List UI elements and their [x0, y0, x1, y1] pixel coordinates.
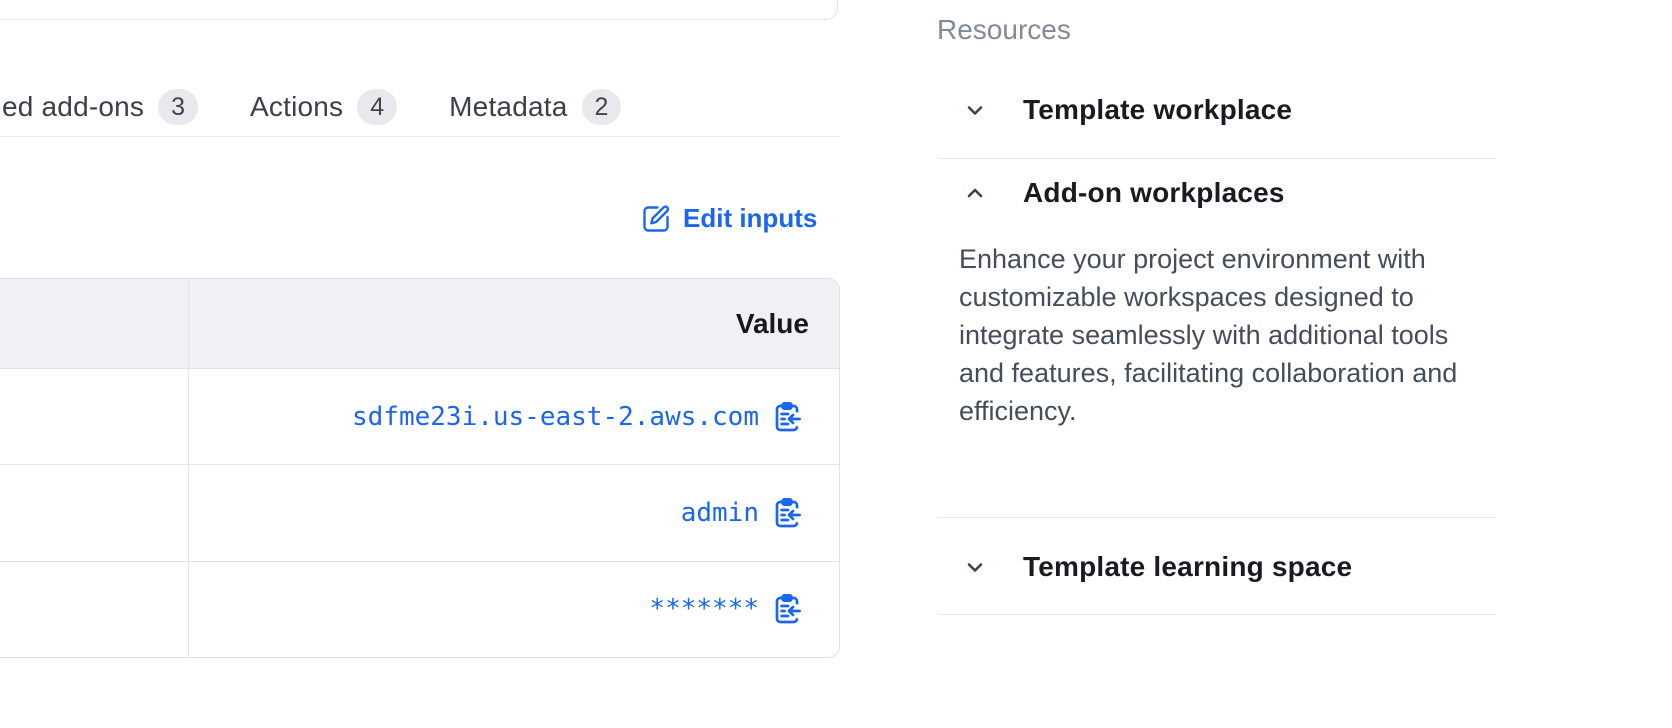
tab-label: Actions: [250, 91, 343, 123]
accordion-title: Template learning space: [1023, 551, 1352, 583]
value-cell: admin: [189, 465, 839, 560]
table-row: sdfme23i.us-east-2.aws.com: [0, 369, 839, 464]
tab-count-badge: 2: [582, 89, 622, 125]
table-row: *******: [0, 561, 839, 657]
value-column-header: Value: [189, 279, 839, 368]
edit-inputs-button[interactable]: Edit inputs: [641, 199, 817, 237]
section-divider: [938, 158, 1496, 159]
copy-to-clipboard-button[interactable]: [771, 401, 803, 433]
tab-count-badge: 3: [158, 89, 198, 125]
accordion-add-on-workplaces[interactable]: Add-on workplaces: [963, 171, 1285, 215]
tab-metadata[interactable]: Metadata 2: [449, 89, 621, 125]
tab-label: Metadata: [449, 91, 567, 123]
inputs-table: Value sdfme23i.us-east-2.aws.com: [0, 278, 840, 658]
chevron-up-icon: [963, 181, 987, 205]
tab-installed-add-ons[interactable]: ed add-ons 3: [2, 89, 198, 125]
key-column-header: [0, 279, 189, 368]
table-row: admin: [0, 464, 839, 560]
key-cell: [0, 369, 189, 464]
accordion-title: Template workplace: [1023, 94, 1292, 126]
key-cell: [0, 562, 189, 657]
tab-count-badge: 4: [357, 89, 397, 125]
edit-inputs-label: Edit inputs: [683, 203, 817, 234]
tab-actions[interactable]: Actions 4: [250, 89, 397, 125]
accordion-title: Add-on workplaces: [1023, 177, 1285, 209]
section-divider: [938, 517, 1496, 518]
chevron-down-icon: [963, 98, 987, 122]
table-header-row: Value: [0, 279, 839, 369]
edit-pencil-icon: [641, 203, 671, 233]
value-text: admin: [681, 498, 759, 528]
page: ed add-ons 3 Actions 4 Metadata 2 Edit i…: [0, 0, 1672, 728]
tab-label: ed add-ons: [2, 91, 144, 123]
accordion-template-learning-space[interactable]: Template learning space: [963, 545, 1352, 589]
top-card-fragment: [0, 0, 838, 20]
tabs-divider: [0, 136, 840, 137]
key-cell: [0, 465, 189, 560]
copy-to-clipboard-button[interactable]: [771, 497, 803, 529]
chevron-down-icon: [963, 555, 987, 579]
resources-panel-title: Resources: [937, 14, 1071, 46]
value-text: sdfme23i.us-east-2.aws.com: [352, 402, 759, 432]
value-cell: *******: [189, 562, 839, 657]
accordion-description: Enhance your project environment with cu…: [959, 240, 1467, 430]
masked-secret-text: *******: [649, 594, 759, 624]
value-cell: sdfme23i.us-east-2.aws.com: [189, 369, 839, 464]
accordion-template-workplace[interactable]: Template workplace: [963, 88, 1292, 132]
section-divider: [938, 614, 1496, 615]
tab-bar: ed add-ons 3 Actions 4 Metadata 2: [2, 86, 621, 128]
copy-to-clipboard-button[interactable]: [771, 593, 803, 625]
